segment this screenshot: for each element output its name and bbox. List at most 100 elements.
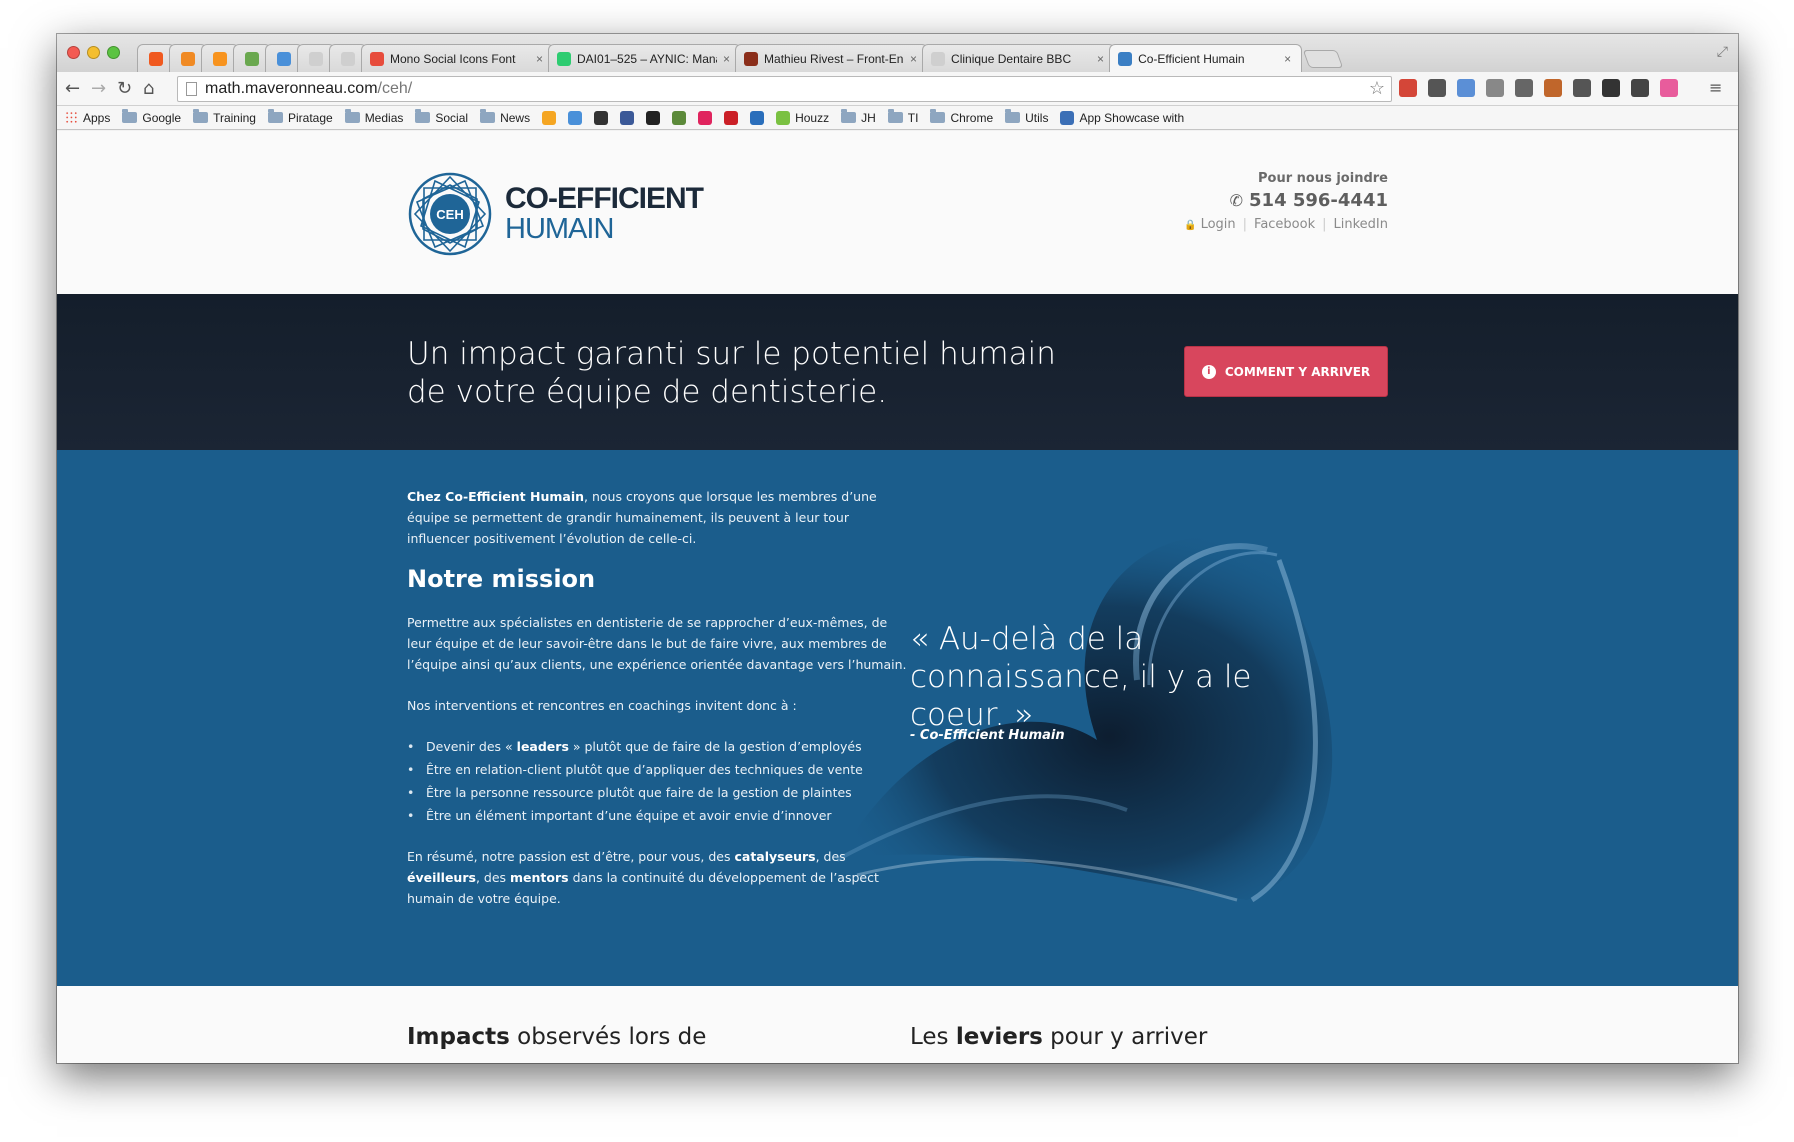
phone-number[interactable]: ✆ 514 596-4441 [1184,190,1388,211]
bookmark-favicon-icon [724,110,739,125]
mission-section: Chez Co-Efficient Humain, nous croyons q… [57,450,1738,986]
extension-icon[interactable] [1515,79,1533,97]
summary-bold: mentors [510,870,569,885]
link-separator: | [1322,217,1327,232]
login-link[interactable]: Login [1201,217,1236,232]
folder-icon [415,109,431,123]
close-window-button[interactable] [67,46,80,59]
tab-favicon-icon [309,51,323,66]
bookmark-folder[interactable]: News [480,109,530,125]
apps-grid-icon [65,111,78,124]
comment-y-arriver-button[interactable]: i COMMENT Y ARRIVER [1184,346,1388,397]
extension-icons [1399,79,1678,97]
bookmark-item[interactable] [750,110,765,125]
window-controls [67,46,120,59]
summary-bold: éveilleurs [407,870,476,885]
back-arrow-icon[interactable]: ← [65,78,80,99]
tab-title: Mathieu Rivest – Front-En [764,51,904,66]
bullet-item: Devenir des « leaders » plutôt que de fa… [407,736,907,757]
tab-title: Clinique Dentaire BBC [951,51,1072,66]
forward-arrow-icon[interactable]: → [91,78,106,99]
bookmark-item[interactable]: Houzz [776,110,829,125]
facebook-link[interactable]: Facebook [1254,217,1315,232]
close-tab-icon[interactable]: × [1284,52,1291,66]
bookmark-item[interactable]: App Showcase with [1060,110,1184,125]
address-bar[interactable]: math.maveronneau.com/ceh/ ☆ [177,76,1392,102]
bookmark-item[interactable] [698,110,713,125]
site-logo[interactable]: CEH CO-EFFICIENT HUMAIN [407,171,704,257]
extension-icon[interactable] [1631,79,1649,97]
bookmark-folder[interactable]: Google [122,109,182,125]
mission-bullets: Devenir des « leaders » plutôt que de fa… [407,736,907,826]
tab-strip: Mono Social Icons Font × DAI01–525 – AYNIC… [57,34,1738,72]
bookmark-label: Utils [1025,110,1049,125]
bookmark-item[interactable] [542,110,557,125]
bookmark-item[interactable] [620,110,635,125]
close-tab-icon[interactable]: × [910,52,917,66]
intro-paragraph: Chez Co-Efficient Humain, nous croyons q… [407,486,907,549]
logo-badge-text: CEH [436,207,463,222]
extension-icon[interactable] [1660,79,1678,97]
summary-text: En résumé, notre passion est d’être, pou… [407,849,735,864]
bookmark-item[interactable] [568,110,583,125]
bookmark-folder[interactable]: JH [841,109,876,125]
folder-icon [122,109,138,123]
bookmark-item[interactable] [724,110,739,125]
bullet-1-pre: Devenir des « [426,739,517,754]
extension-icon[interactable] [1399,79,1417,97]
impacts-bold: Impacts [407,1024,510,1050]
bookmark-item[interactable] [672,110,687,125]
page-icon [186,82,197,96]
browser-tab[interactable]: Mathieu Rivest – Front-En × [735,44,929,72]
hero-headline: Un impact garanti sur le potentiel humai… [407,336,1056,410]
impacts-rest: observés lors de [509,1024,707,1050]
fullscreen-icon[interactable]: ⤢ [1717,44,1728,60]
linkedin-link[interactable]: LinkedIn [1334,217,1388,232]
tab-title: Mono Social Icons Font [390,51,516,66]
close-tab-icon[interactable]: × [1097,52,1104,66]
tab-favicon-icon [245,51,259,66]
extension-icon[interactable] [1573,79,1591,97]
bullet-1-bold: leaders [516,739,569,754]
bookmark-item[interactable] [594,110,609,125]
bookmark-favicon-icon [750,110,765,125]
impacts-heading: Impacts observés lors de [407,1024,706,1050]
browser-tab[interactable]: Mono Social Icons Font × [361,44,555,72]
summary-bold: catalyseurs [734,849,816,864]
reload-icon[interactable]: ↻ [117,78,132,99]
bookmark-folder[interactable]: Piratage [267,109,333,125]
extension-icon[interactable] [1486,79,1504,97]
tab-favicon-icon [341,51,355,66]
bookmark-folder[interactable]: Medias [344,109,403,125]
menu-icon[interactable]: ≡ [1709,78,1722,97]
bookmark-item[interactable]: Apps [65,111,110,125]
bookmark-folder[interactable]: Chrome [930,109,993,125]
new-tab-button[interactable] [1302,50,1344,68]
browser-tab[interactable]: Co-Efficient Humain × [1109,44,1303,72]
bookmark-star-icon[interactable]: ☆ [1369,78,1385,99]
bookmark-favicon-icon [568,110,583,125]
folder-icon [344,109,360,123]
bullet-1-post: » plutôt que de faire de la gestion d’em… [568,739,862,754]
bookmark-item[interactable] [646,110,661,125]
zoom-window-button[interactable] [107,46,120,59]
bookmark-folder[interactable]: Social [415,109,469,125]
bookmark-folder[interactable]: TI [887,109,918,125]
extension-icon[interactable] [1428,79,1446,97]
extension-icon[interactable] [1457,79,1475,97]
bookmark-folder[interactable]: Utils [1005,109,1049,125]
mission-paragraph-2: Nos interventions et rencontres en coach… [407,698,797,713]
bookmark-favicon-icon [672,110,687,125]
browser-tab[interactable]: Clinique Dentaire BBC × [922,44,1116,72]
bookmark-label: Social [435,110,469,125]
bookmark-label: Google [142,110,182,125]
close-tab-icon[interactable]: × [536,52,543,66]
browser-tab[interactable]: DAI01–525 – AYNIC: Mana × [548,44,742,72]
extension-icon[interactable] [1602,79,1620,97]
bookmark-folder[interactable]: Training [193,109,256,125]
close-tab-icon[interactable]: × [723,52,730,66]
minimize-window-button[interactable] [87,46,100,59]
bookmark-label: Piratage [287,110,333,125]
home-icon[interactable]: ⌂ [143,78,154,99]
extension-icon[interactable] [1544,79,1562,97]
